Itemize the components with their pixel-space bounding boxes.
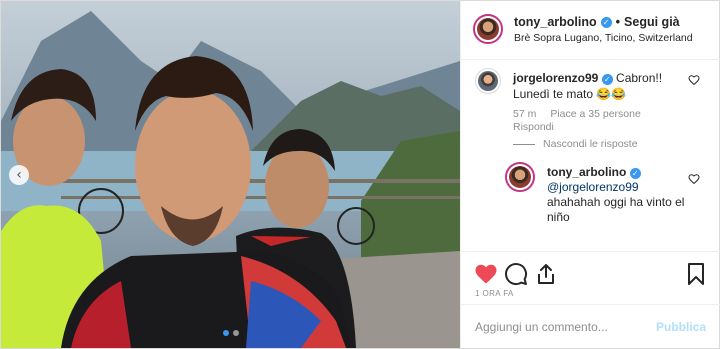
author-line: tony_arbolino ✓ • Segui già: [514, 15, 680, 29]
verified-badge-icon: ✓: [629, 168, 641, 179]
add-comment-input[interactable]: [475, 317, 655, 337]
like-heart-icon[interactable]: [474, 262, 498, 286]
comment-likes[interactable]: Piace a 35 persone: [550, 108, 640, 120]
comment-body: jorgelorenzo99 ✓ Cabron!! Lunedì te mato…: [513, 70, 688, 102]
reply-mention-link[interactable]: @jorgelorenzo99: [547, 180, 639, 194]
carousel-prev-button[interactable]: ‹: [9, 165, 29, 185]
carousel-dots: [1, 330, 460, 336]
location-link[interactable]: Brè Sopra Lugano, Ticino, Switzerland: [514, 32, 693, 44]
comment-time[interactable]: 57 m: [513, 108, 536, 120]
comment-bubble-icon[interactable]: [504, 262, 528, 286]
commenter-avatar[interactable]: [475, 68, 501, 94]
verified-badge-icon: ✓: [600, 16, 612, 28]
hide-replies-label: Nascondi le risposte: [543, 138, 638, 150]
verified-badge-icon: ✓: [601, 74, 613, 85]
post-side-panel: tony_arbolino ✓ • Segui già Brè Sopra Lu…: [460, 1, 720, 348]
hide-replies-line: [513, 143, 535, 145]
post-time-ago[interactable]: 1 ORA FA: [475, 289, 514, 298]
photo-scene: [1, 11, 460, 348]
comment-like-heart-icon[interactable]: [688, 74, 700, 86]
carousel-dot-1: [222, 330, 229, 336]
comments-list: jorgelorenzo99 ✓ Cabron!! Lunedì te mato…: [461, 60, 720, 251]
reply-avatar[interactable]: [505, 162, 535, 192]
comment-username[interactable]: jorgelorenzo99: [513, 71, 598, 85]
publish-button[interactable]: Pubblica: [656, 320, 706, 334]
carousel-dot-2: [232, 330, 239, 336]
comment-meta: 57 m Piace a 35 persone: [513, 108, 641, 120]
instagram-post: ‹ tony_arbolino ✓ • Segui già Brè Sopra …: [0, 0, 720, 349]
separator-bullet: •: [615, 15, 621, 29]
add-comment-bar: Pubblica: [461, 304, 720, 348]
reply-button[interactable]: Rispondi: [513, 121, 554, 133]
author-avatar[interactable]: [473, 14, 503, 44]
reply-username[interactable]: tony_arbolino: [547, 165, 626, 179]
reply-body: tony_arbolino ✓ @jorgelorenzo99 ahahahah…: [547, 165, 689, 225]
post-photo[interactable]: ‹: [1, 1, 460, 348]
post-header: tony_arbolino ✓ • Segui già Brè Sopra Lu…: [461, 1, 720, 60]
reply-like-heart-icon[interactable]: [688, 173, 700, 185]
save-bookmark-icon[interactable]: [684, 262, 708, 286]
reply-text: ahahahah oggi ha vinto el niño: [547, 195, 685, 224]
author-username[interactable]: tony_arbolino: [514, 15, 597, 29]
share-upload-icon[interactable]: [534, 262, 558, 286]
follow-status-button[interactable]: Segui già: [624, 15, 680, 29]
hide-replies-button[interactable]: Nascondi le risposte: [513, 138, 638, 150]
